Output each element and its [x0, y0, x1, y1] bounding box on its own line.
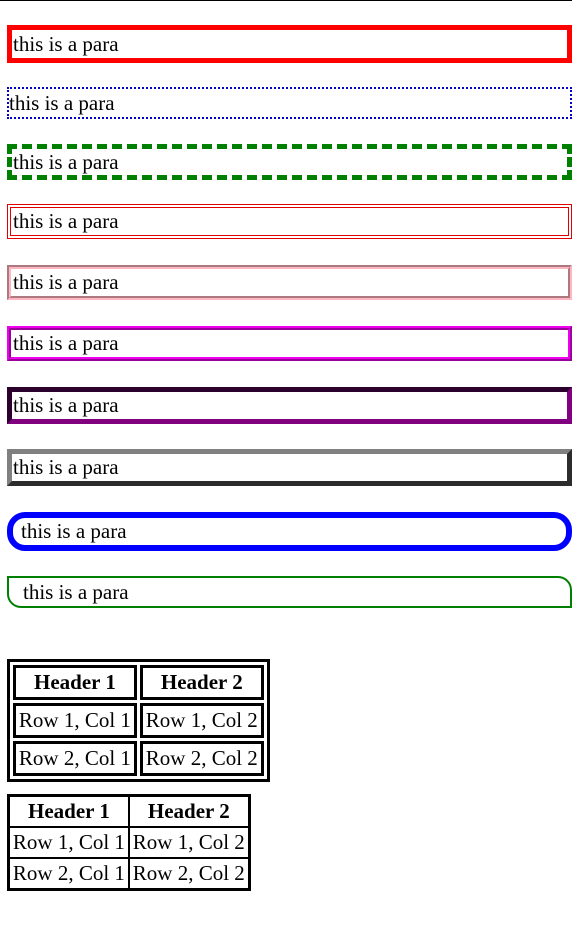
bordered-paragraphs: this is a para this is a para this is a … [7, 25, 572, 608]
table-cell: Row 1, Col 2 [139, 703, 264, 738]
table-row: Row 1, Col 1 Row 1, Col 2 [7, 826, 251, 859]
table-header-cell: Header 1 [7, 794, 130, 828]
para-rounded-blue: this is a para [7, 512, 572, 551]
table-cell: Row 2, Col 2 [139, 741, 264, 776]
table-cell: Row 1, Col 1 [13, 703, 137, 738]
para-ridge-violet: this is a para [7, 326, 572, 361]
table-separate-borders: Header 1 Header 2 Row 1, Col 1 Row 1, Co… [7, 659, 270, 782]
table-row: Row 1, Col 1 Row 1, Col 2 [13, 703, 264, 738]
table-cell: Row 2, Col 1 [7, 857, 130, 891]
para-double-red: this is a para [7, 204, 572, 239]
table-header-row: Header 1 Header 2 [13, 665, 264, 700]
para-groove-pink: this is a para [7, 265, 572, 300]
table-cell: Row 1, Col 2 [127, 826, 251, 859]
table-header-cell: Header 2 [127, 794, 251, 828]
table-collapsed-borders: Header 1 Header 2 Row 1, Col 1 Row 1, Co… [7, 794, 251, 891]
para-solid-red: this is a para [7, 25, 572, 63]
para-dashed-green: this is a para [7, 144, 572, 180]
para-dotted-blue: this is a para [7, 87, 572, 119]
table-header-cell: Header 2 [139, 665, 264, 700]
table-cell: Row 2, Col 1 [13, 741, 137, 776]
para-outset-grey: this is a para [7, 449, 572, 486]
top-divider [0, 0, 572, 1]
table-cell: Row 1, Col 1 [7, 826, 130, 859]
table-row: Row 2, Col 1 Row 2, Col 2 [7, 857, 251, 891]
table-header-cell: Header 1 [13, 665, 137, 700]
para-inset-purple: this is a para [7, 387, 572, 424]
table-cell: Row 2, Col 2 [127, 857, 251, 891]
table-header-row: Header 1 Header 2 [7, 794, 251, 828]
para-corner-rounded-green: this is a para [7, 576, 572, 608]
table-row: Row 2, Col 1 Row 2, Col 2 [13, 741, 264, 776]
